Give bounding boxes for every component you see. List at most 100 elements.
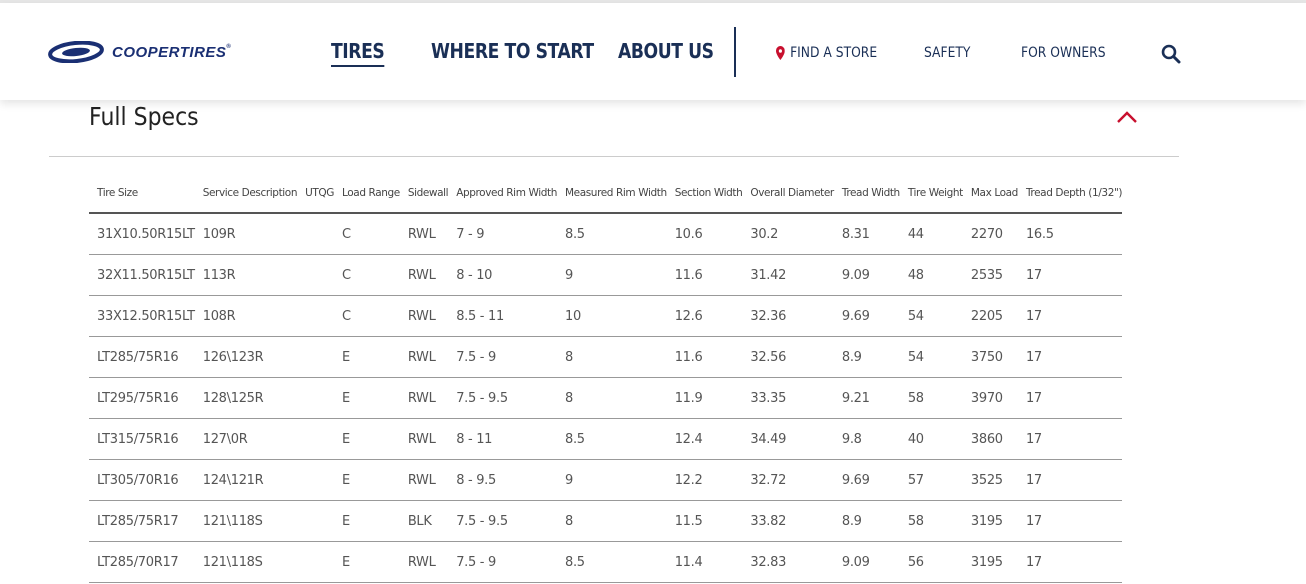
table-cell: 9.09 xyxy=(833,541,900,583)
nav-safety[interactable]: SAFETY xyxy=(924,45,970,61)
table-cell: 9.21 xyxy=(833,377,900,419)
highlighted-value: 12.4 xyxy=(674,431,703,447)
location-pin-icon xyxy=(776,46,785,60)
table-row: LT285/75R16 126\123R E RWL 7.5 - 9 8 11.6 32.56… xyxy=(89,336,1123,378)
table-cell: 12.4 xyxy=(666,418,743,460)
table-cell: 33.35 xyxy=(742,377,834,419)
col-header: Tread Depth (1/32") xyxy=(1017,174,1123,214)
table-cell: 48 xyxy=(899,254,963,296)
table-cell: 121\118S xyxy=(194,541,298,583)
table-cell: 128\125R xyxy=(194,377,298,419)
table-cell: E xyxy=(334,541,400,583)
table-cell: 34.49 xyxy=(742,418,834,460)
table-cell: 3525 xyxy=(962,459,1018,501)
table-cell: RWL xyxy=(399,377,449,419)
table-cell: LT305/70R16 xyxy=(89,459,195,501)
table-cell: LT285/75R16 xyxy=(89,336,195,378)
table-cell: E xyxy=(334,336,400,378)
table-cell: 31X10.50R15LT xyxy=(89,213,195,255)
table-cell: RWL xyxy=(399,254,449,296)
table-cell xyxy=(297,500,334,542)
nav-where-to-start[interactable]: WHERE TO START xyxy=(431,39,594,63)
table-cell: 33X12.50R15LT xyxy=(89,295,195,337)
table-cell: 11.4 xyxy=(666,541,743,583)
table-cell: 32.56 xyxy=(742,336,834,378)
nav-about-us[interactable]: ABOUT US xyxy=(618,39,714,63)
table-cell: 8.5 xyxy=(556,418,667,460)
table-cell: C xyxy=(334,254,400,296)
table-cell: 9.69 xyxy=(833,459,900,501)
table-cell: LT295/75R16 xyxy=(89,377,195,419)
table-cell: 17 xyxy=(1017,459,1123,501)
nav-find-a-store[interactable]: FIND A STORE xyxy=(776,45,877,61)
nav-tires[interactable]: TIRES xyxy=(331,39,385,67)
cooper-tires-logo[interactable]: COOPERTIRES® xyxy=(48,40,231,64)
nav-for-owners[interactable]: FOR OWNERS xyxy=(1021,45,1106,61)
table-cell: 7.5 - 9 xyxy=(448,336,557,378)
table-cell: 8.31 xyxy=(833,213,900,255)
col-header: Tire Weight xyxy=(899,174,963,214)
table-cell: 17 xyxy=(1017,295,1123,337)
table-row: LT285/70R17 121\118S E RWL 7.5 - 9 8.5 11.4 32.… xyxy=(89,541,1123,583)
table-cell: 58 xyxy=(899,377,963,419)
table-cell: 31.42 xyxy=(742,254,834,296)
table-cell: 2535 xyxy=(962,254,1018,296)
table-cell: E xyxy=(334,459,400,501)
table-row: LT285/75R17 121\118S E BLK 7.5 - 9.5 8 11.5 33.… xyxy=(89,500,1123,542)
col-header: Section Width xyxy=(666,174,743,214)
table-cell: 32.72 xyxy=(742,459,834,501)
table-cell: 17 xyxy=(1017,500,1123,542)
table-cell: 57 xyxy=(899,459,963,501)
table-cell: 8 xyxy=(556,500,667,542)
table-cell: 7.5 - 9.5 xyxy=(448,377,557,419)
col-header: Load Range xyxy=(334,174,400,214)
table-cell: 8.5 xyxy=(556,213,667,255)
table-row: LT295/75R16 128\125R E RWL 7.5 - 9.5 8 11.9 33.… xyxy=(89,377,1123,419)
table-cell: 17 xyxy=(1017,541,1123,583)
table-cell xyxy=(297,336,334,378)
col-header: Tire Size xyxy=(89,174,195,214)
search-icon[interactable] xyxy=(1161,44,1181,64)
table-cell: 10 xyxy=(556,295,667,337)
table-cell: 54 xyxy=(899,295,963,337)
table-cell: LT315/75R16 xyxy=(89,418,195,460)
table-cell: E xyxy=(334,377,400,419)
table-cell: 121\118S xyxy=(194,500,298,542)
table-cell: 126\123R xyxy=(194,336,298,378)
logo-wordmark: COOPERTIRES® xyxy=(112,43,232,61)
table-header-row: Tire Size Service Description UTQG Load … xyxy=(89,174,1123,214)
table-cell: 40 xyxy=(899,418,963,460)
table-cell: 8 - 9.5 xyxy=(448,459,557,501)
table-row: 32X11.50R15LT 113R C RWL 8 - 10 9 11.6 31.42 9.0… xyxy=(89,254,1123,296)
table-cell: C xyxy=(334,213,400,255)
table-cell: LT285/75R17 xyxy=(89,500,195,542)
table-cell: 7 - 9 xyxy=(448,213,557,255)
table-cell: RWL xyxy=(399,213,449,255)
table-cell: 58 xyxy=(899,500,963,542)
table-row: 33X12.50R15LT 108R C RWL 8.5 - 11 10 12.6 32.36… xyxy=(89,295,1123,337)
table-cell: 8 xyxy=(556,377,667,419)
table-cell: 8 - 11 xyxy=(448,418,557,460)
table-cell: 44 xyxy=(899,213,963,255)
section-divider xyxy=(49,156,1179,157)
table-cell: RWL xyxy=(399,336,449,378)
table-cell: 3750 xyxy=(962,336,1018,378)
table-cell: 7.5 - 9.5 xyxy=(448,500,557,542)
table-cell: 8.9 xyxy=(833,336,900,378)
table-cell xyxy=(297,213,334,255)
full-specs-title: Full Specs xyxy=(89,102,199,131)
chevron-up-icon[interactable] xyxy=(1116,110,1138,124)
table-cell: 9 xyxy=(556,254,667,296)
col-header: Measured Rim Width xyxy=(556,174,667,214)
table-cell: 109R xyxy=(194,213,298,255)
table-cell xyxy=(297,418,334,460)
table-cell: 127\0R xyxy=(194,418,298,460)
table-cell xyxy=(297,377,334,419)
table-row: LT305/70R16 124\121R E RWL 8 - 9.5 9 12.2 32.72… xyxy=(89,459,1123,501)
table-cell xyxy=(297,459,334,501)
table-cell: C xyxy=(334,295,400,337)
site-header: COOPERTIRES® TIRES WHERE TO START ABOUT … xyxy=(0,3,1306,100)
table-cell: RWL xyxy=(399,459,449,501)
table-cell: 8 xyxy=(556,336,667,378)
table-cell: 11.6 xyxy=(666,336,743,378)
